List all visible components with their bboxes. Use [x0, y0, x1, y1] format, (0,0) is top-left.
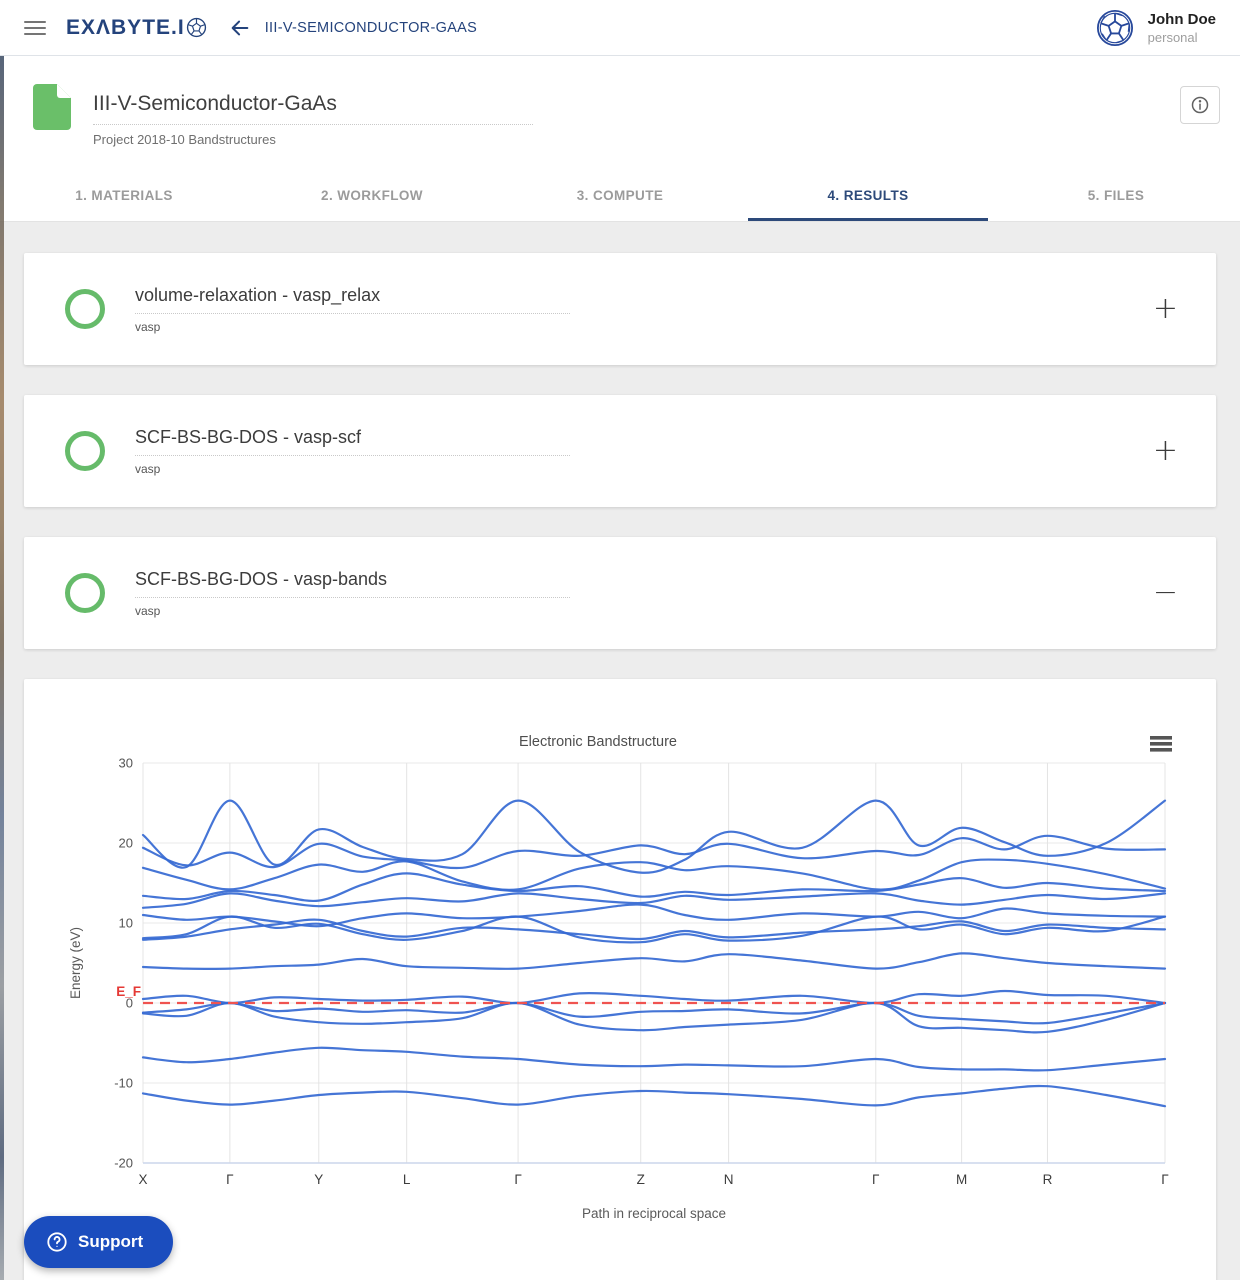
- tab-results[interactable]: 4. RESULTS: [744, 170, 992, 221]
- svg-text:L: L: [403, 1172, 411, 1187]
- exabyte-logo[interactable]: EXΛBYTE.I: [66, 16, 207, 40]
- unit-card-vasp-scf: SCF-BS-BG-DOS - vasp-scf vasp +: [24, 395, 1216, 507]
- collapse-button[interactable]: −: [1153, 578, 1178, 608]
- x-axis-title: Path in reciprocal space: [582, 1206, 726, 1221]
- user-menu[interactable]: John Doe personal: [1096, 0, 1216, 56]
- chart-title: Electronic Bandstructure: [519, 734, 677, 750]
- unit-title: SCF-BS-BG-DOS - vasp-bands: [135, 569, 570, 598]
- svg-text:Y: Y: [314, 1172, 323, 1187]
- user-scope: personal: [1148, 29, 1216, 46]
- svg-text:-10: -10: [114, 1076, 133, 1091]
- expand-button[interactable]: +: [1153, 294, 1178, 324]
- results-panel: volume-relaxation - vasp_relax vasp + SC…: [0, 222, 1240, 1280]
- tab-files[interactable]: 5. FILES: [992, 170, 1240, 221]
- unit-subtitle: vasp: [135, 604, 570, 618]
- y-axis-title: Energy (eV): [68, 927, 83, 999]
- chart-menu-icon[interactable]: [1150, 736, 1172, 752]
- user-name: John Doe: [1148, 10, 1216, 29]
- svg-text:R: R: [1043, 1172, 1053, 1187]
- svg-text:Z: Z: [637, 1172, 645, 1187]
- support-label: Support: [78, 1232, 143, 1252]
- unit-title: SCF-BS-BG-DOS - vasp-scf: [135, 427, 570, 456]
- page-subtitle: Project 2018-10 Bandstructures: [93, 132, 533, 147]
- back-arrow[interactable]: [229, 17, 251, 39]
- workflow-step-tabs: 1. MATERIALS 2. WORKFLOW 3. COMPUTE 4. R…: [0, 170, 1240, 222]
- svg-text:30: 30: [119, 756, 133, 771]
- status-ring-icon: [65, 573, 105, 613]
- svg-text:-20: -20: [114, 1156, 133, 1171]
- support-button[interactable]: Support: [24, 1216, 173, 1268]
- svg-text:Γ: Γ: [1161, 1172, 1169, 1187]
- svg-text:20: 20: [119, 836, 133, 851]
- svg-text:M: M: [956, 1172, 967, 1187]
- svg-text:X: X: [138, 1172, 147, 1187]
- unit-subtitle: vasp: [135, 320, 570, 334]
- page-title: III-V-Semiconductor-GaAs: [93, 92, 533, 125]
- status-ring-icon: [65, 431, 105, 471]
- unit-title: volume-relaxation - vasp_relax: [135, 285, 570, 314]
- expand-button[interactable]: +: [1153, 436, 1178, 466]
- breadcrumb: III-V-SEMICONDUCTOR-GAAS: [265, 20, 477, 36]
- svg-text:N: N: [724, 1172, 734, 1187]
- help-icon: [46, 1231, 68, 1253]
- bandstructure-chart-card: -20-100102030XΓYLΓZNΓMRΓ Electronic Band…: [24, 679, 1216, 1280]
- tab-workflow[interactable]: 2. WORKFLOW: [248, 170, 496, 221]
- entity-header: III-V-Semiconductor-GaAs Project 2018-10…: [0, 56, 1240, 170]
- top-navbar: EXΛBYTE.I III-V-SEMICONDUCTOR-GAAS: [0, 0, 1240, 56]
- svg-text:Γ: Γ: [226, 1172, 234, 1187]
- file-icon: [33, 84, 71, 130]
- info-button[interactable]: [1180, 86, 1220, 124]
- status-ring-icon: [65, 289, 105, 329]
- fermi-level-label: E_F: [116, 984, 141, 999]
- background-page-sliver: [0, 56, 4, 1280]
- unit-card-vasp-bands: SCF-BS-BG-DOS - vasp-bands vasp −: [24, 537, 1216, 649]
- tab-compute[interactable]: 3. COMPUTE: [496, 170, 744, 221]
- svg-text:Γ: Γ: [872, 1172, 880, 1187]
- logo-text: EXΛBYTE.I: [66, 16, 185, 40]
- app-window: EXΛBYTE.I III-V-SEMICONDUCTOR-GAAS: [0, 0, 1240, 1280]
- unit-subtitle: vasp: [135, 462, 570, 476]
- fullerene-icon: [186, 17, 207, 38]
- unit-card-vasp-relax: volume-relaxation - vasp_relax vasp +: [24, 253, 1216, 365]
- bandstructure-chart: -20-100102030XΓYLΓZNΓMRΓ Electronic Band…: [24, 679, 1216, 1280]
- svg-text:Γ: Γ: [514, 1172, 522, 1187]
- tab-materials[interactable]: 1. MATERIALS: [0, 170, 248, 221]
- menu-icon[interactable]: [24, 17, 46, 39]
- svg-text:10: 10: [119, 916, 133, 931]
- avatar: [1096, 9, 1134, 47]
- info-icon: [1190, 95, 1210, 115]
